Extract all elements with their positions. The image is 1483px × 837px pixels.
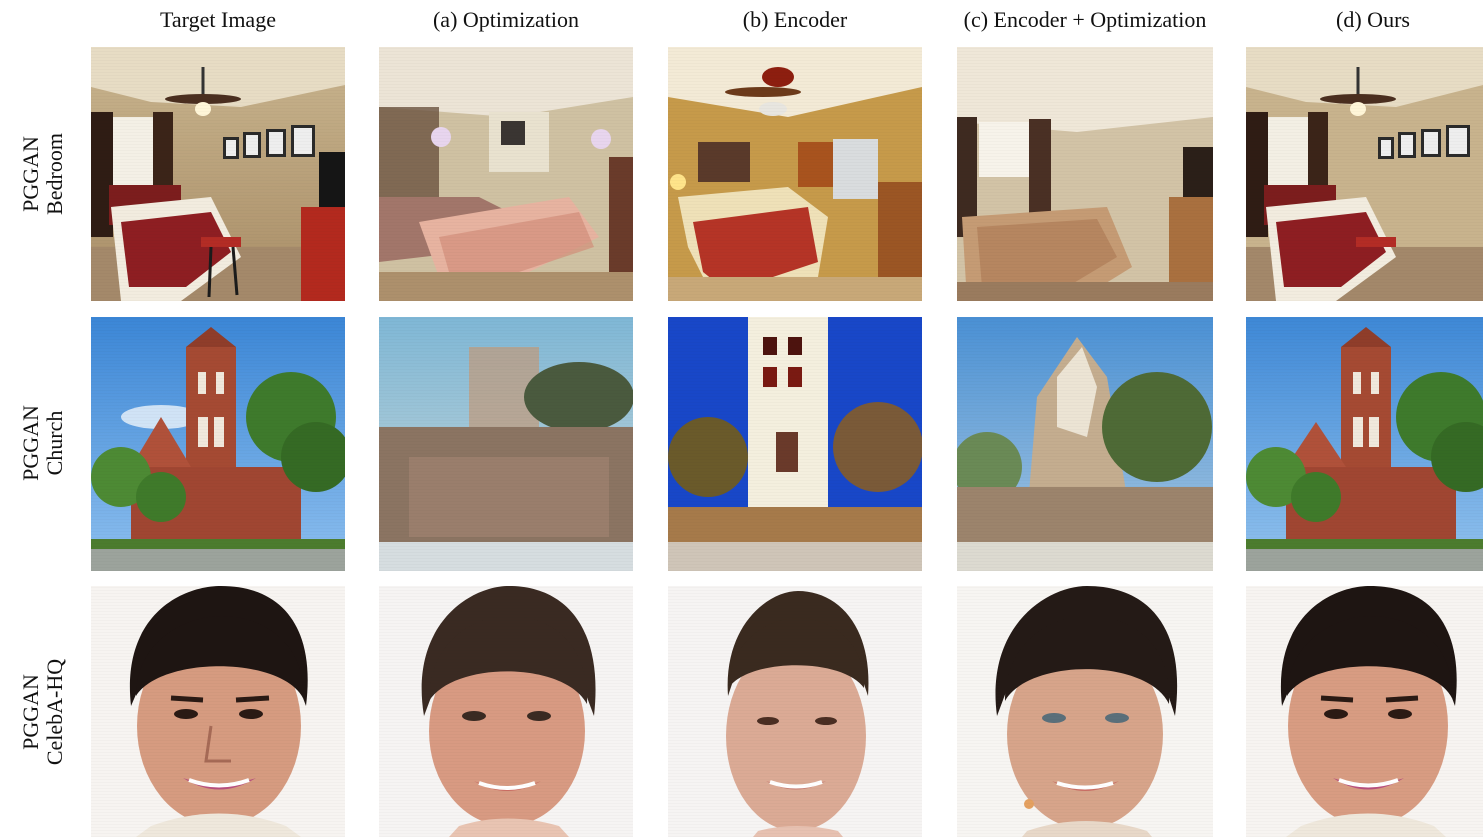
row-label-celeba-line2: CelebA-HQ (42, 658, 67, 766)
bedroom-optimization-image (379, 47, 633, 301)
row-label-bedroom: PGGAN Bedroom (8, 119, 78, 229)
bedroom-encoder-optimization-image (957, 47, 1213, 301)
face-encoder-optimization-image (957, 586, 1213, 837)
row-label-church: PGGAN Church (8, 388, 78, 498)
face-target-image (91, 586, 345, 837)
column-header-encoder: (b) Encoder (742, 7, 848, 32)
column-header-encoder-optimization: (c) Encoder + Optimization (963, 7, 1207, 32)
face-optimization-image (379, 586, 633, 837)
row-label-bedroom-line1: PGGAN (18, 136, 43, 212)
row-label-church-line1: PGGAN (18, 405, 43, 481)
church-ours-image (1246, 317, 1483, 571)
church-optimization-image (379, 317, 633, 571)
column-header-ours: (d) Ours (1336, 7, 1410, 32)
bedroom-target-image (91, 47, 345, 301)
column-header-target: Target Image (160, 7, 276, 32)
row-label-celeba: PGGAN CelebA-HQ (8, 657, 78, 767)
bedroom-encoder-image (668, 47, 922, 301)
row-label-bedroom-line2: Bedroom (42, 133, 67, 215)
row-label-church-line2: Church (42, 410, 67, 476)
face-encoder-image (668, 586, 922, 837)
church-encoder-optimization-image (957, 317, 1213, 571)
row-label-celeba-line1: PGGAN (18, 674, 43, 750)
bedroom-ours-image (1246, 47, 1483, 301)
church-encoder-image (668, 317, 922, 571)
figure-grid: Target Image (a) Optimization (b) Encode… (0, 0, 1483, 837)
face-ours-image (1246, 586, 1483, 837)
column-header-optimization: (a) Optimization (432, 7, 579, 32)
church-target-image (91, 317, 345, 571)
